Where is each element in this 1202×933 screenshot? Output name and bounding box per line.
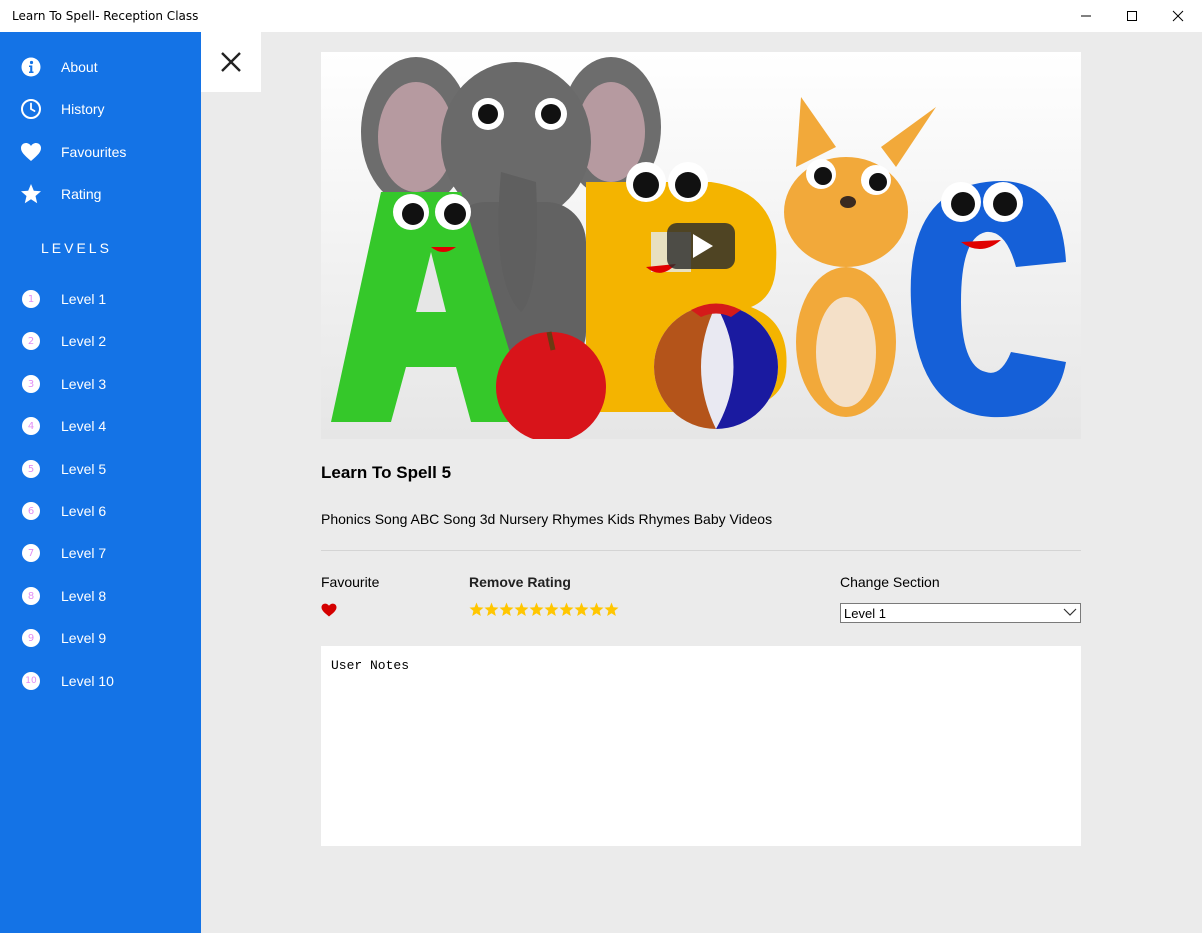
heart-icon	[20, 141, 42, 163]
favourite-toggle[interactable]	[321, 603, 337, 622]
sidebar-item-level-10[interactable]: 10 Level 10	[0, 662, 201, 702]
user-notes-textarea[interactable]: User Notes	[321, 646, 1081, 846]
change-section-select[interactable]: Level 1	[840, 603, 1081, 623]
sidebar-item-rating[interactable]: Rating	[0, 175, 201, 215]
info-icon	[20, 56, 42, 78]
clock-icon	[20, 98, 42, 120]
star-icon[interactable]	[514, 602, 529, 617]
sidebar-item-label: Level 3	[61, 376, 107, 392]
sidebar-item-level-5[interactable]: 5 Level 5	[0, 450, 201, 490]
sidebar-item-label: Favourites	[61, 144, 127, 160]
sidebar-item-label: Level 10	[61, 673, 114, 689]
level-number-badge: 5	[22, 460, 40, 478]
sidebar-item-label: Level 5	[61, 461, 107, 477]
divider	[321, 550, 1081, 551]
level-number-badge: 10	[22, 672, 40, 690]
level-number-badge: 9	[22, 629, 40, 647]
sidebar-item-level-8[interactable]: 8 Level 8	[0, 577, 201, 617]
star-icon[interactable]	[559, 602, 574, 617]
close-icon	[221, 52, 241, 72]
sidebar-item-level-4[interactable]: 4 Level 4	[0, 407, 201, 447]
sidebar: About History Favourites Rating LEVELS 1…	[0, 32, 201, 933]
video-thumbnail[interactable]	[321, 52, 1081, 439]
maximize-icon	[1127, 11, 1137, 21]
sidebar-item-label: Level 9	[61, 630, 107, 646]
sidebar-item-level-7[interactable]: 7 Level 7	[0, 534, 201, 574]
sidebar-item-level-1[interactable]: 1 Level 1	[0, 280, 201, 320]
level-number-badge: 3	[22, 375, 40, 393]
abc-cartoon-illustration	[321, 52, 1081, 439]
chevron-down-icon	[1063, 608, 1077, 616]
sidebar-item-label: Level 8	[61, 588, 107, 604]
sidebar-item-about[interactable]: About	[0, 48, 201, 88]
star-icon[interactable]	[544, 602, 559, 617]
level-number-badge: 7	[22, 544, 40, 562]
sidebar-item-label: History	[61, 101, 105, 117]
star-icon[interactable]	[574, 602, 589, 617]
close-pane-button[interactable]	[201, 32, 261, 92]
heart-icon	[321, 603, 337, 617]
play-button[interactable]	[667, 223, 735, 269]
maximize-button[interactable]	[1109, 0, 1155, 32]
level-number-badge: 1	[22, 290, 40, 308]
sidebar-item-level-3[interactable]: 3 Level 3	[0, 365, 201, 405]
minimize-icon	[1081, 15, 1091, 17]
sidebar-item-favourites[interactable]: Favourites	[0, 133, 201, 173]
levels-heading: LEVELS	[41, 240, 112, 256]
video-description: Phonics Song ABC Song 3d Nursery Rhymes …	[321, 511, 773, 527]
star-icon[interactable]	[499, 602, 514, 617]
sidebar-item-label: Level 2	[61, 333, 107, 349]
sidebar-item-label: Level 1	[61, 291, 107, 307]
sidebar-item-level-9[interactable]: 9 Level 9	[0, 619, 201, 659]
star-icon[interactable]	[604, 602, 619, 617]
close-icon	[1172, 10, 1184, 22]
title-bar: Learn To Spell- Reception Class	[0, 0, 1202, 32]
sidebar-item-label: Level 6	[61, 503, 107, 519]
user-notes-placeholder: User Notes	[331, 658, 410, 673]
sidebar-item-level-2[interactable]: 2 Level 2	[0, 322, 201, 362]
video-title: Learn To Spell 5	[321, 463, 452, 482]
change-section-label: Change Section	[840, 574, 940, 590]
level-number-badge: 6	[22, 502, 40, 520]
star-icon[interactable]	[529, 602, 544, 617]
level-number-badge: 2	[22, 332, 40, 350]
sidebar-item-label: Level 4	[61, 418, 107, 434]
sidebar-item-history[interactable]: History	[0, 90, 201, 130]
rating-stars[interactable]	[469, 602, 619, 617]
minimize-button[interactable]	[1063, 0, 1109, 32]
sidebar-item-label: Level 7	[61, 545, 107, 561]
remove-rating-button[interactable]: Remove Rating	[469, 574, 571, 590]
level-number-badge: 4	[22, 417, 40, 435]
level-number-badge: 8	[22, 587, 40, 605]
star-icon[interactable]	[589, 602, 604, 617]
selected-section: Level 1	[844, 606, 886, 621]
sidebar-item-label: Rating	[61, 186, 102, 202]
favourite-label: Favourite	[321, 574, 380, 590]
sidebar-item-level-6[interactable]: 6 Level 6	[0, 492, 201, 532]
window-close-button[interactable]	[1155, 0, 1201, 32]
star-icon	[20, 183, 42, 205]
star-icon[interactable]	[469, 602, 484, 617]
star-icon[interactable]	[484, 602, 499, 617]
window-title: Learn To Spell- Reception Class	[12, 9, 199, 23]
sidebar-item-label: About	[61, 59, 98, 75]
